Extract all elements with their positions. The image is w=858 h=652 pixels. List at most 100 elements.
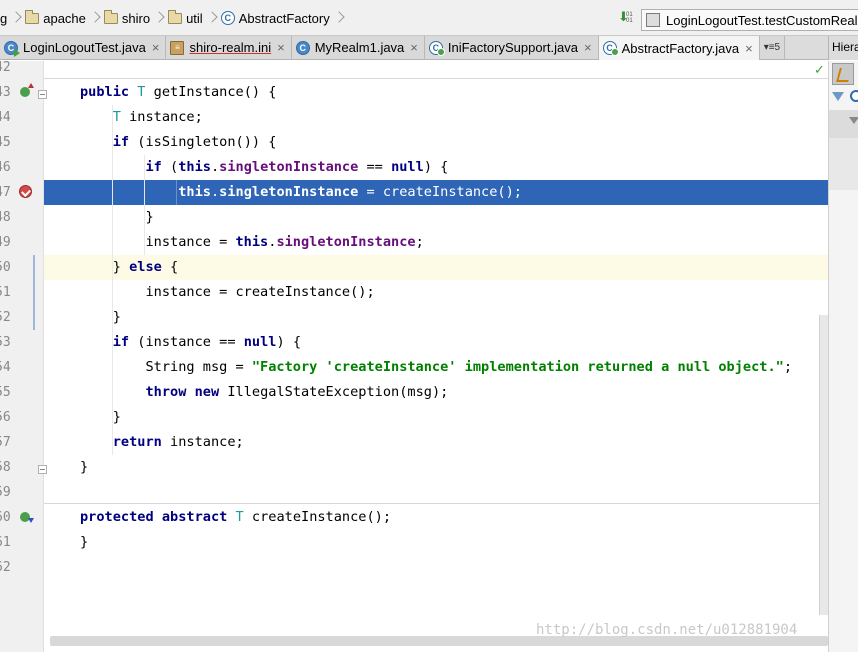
code-line[interactable]: 48 }	[0, 205, 858, 230]
breadcrumb-separator-icon	[155, 8, 163, 28]
line-number-text: 46	[0, 160, 11, 175]
code-text[interactable]: this.singletonInstance = createInstance(…	[80, 180, 522, 205]
line-number-text: 44	[0, 110, 11, 125]
tab-label: shiro-realm.ini	[189, 40, 272, 55]
code-text[interactable]: } else {	[80, 255, 179, 280]
code-line[interactable]: 46 if (this.singletonInstance == null) {	[0, 155, 858, 180]
code-line[interactable]: 47 this.singletonInstance = createInstan…	[0, 180, 858, 205]
line-number-text: 48	[0, 210, 11, 225]
code-text[interactable]: T instance;	[80, 105, 203, 130]
code-line[interactable]: 61}	[0, 530, 858, 555]
vcs-update-icon[interactable]: ⬇ 01 01	[618, 10, 634, 26]
code-line[interactable]: 49 instance = this.singletonInstance;	[0, 230, 858, 255]
code-text[interactable]: public T getInstance() {	[80, 80, 276, 105]
line-number-text: 56	[0, 410, 11, 425]
line-number: 62	[0, 555, 14, 580]
folder-icon	[168, 9, 183, 24]
breadcrumb-item-abstractfactory[interactable]: C AbstractFactory	[218, 8, 333, 28]
class-icon: C	[295, 40, 310, 55]
code-text[interactable]: instance = createInstance();	[80, 280, 374, 305]
line-number-text: 57	[0, 435, 11, 450]
line-number: 45	[0, 130, 14, 155]
code-line[interactable]: 58}	[0, 455, 858, 480]
line-number: 49	[0, 230, 14, 255]
line-number-text: 50	[0, 260, 11, 275]
breadcrumb-item-g[interactable]: g	[0, 8, 10, 28]
code-line[interactable]: 62	[0, 555, 858, 580]
code-line[interactable]: 52 }	[0, 305, 858, 330]
close-icon[interactable]: ×	[745, 41, 753, 56]
code-text[interactable]: if (isSingleton()) {	[80, 130, 277, 155]
code-text[interactable]: }	[80, 405, 121, 430]
code-text[interactable]: }	[80, 305, 121, 330]
code-line[interactable]: 44 T instance;	[0, 105, 858, 130]
code-line[interactable]: 54 String msg = "Factory 'createInstance…	[0, 355, 858, 380]
tab-label: MyRealm1.java	[314, 40, 405, 55]
hierarchy-toolbar	[829, 62, 858, 262]
vcs-bits: 01 01	[626, 12, 633, 24]
code-text[interactable]: protected abstract T createInstance();	[80, 505, 391, 530]
line-number: 58	[0, 455, 14, 480]
code-text[interactable]: }	[80, 530, 88, 555]
line-number-text: 53	[0, 335, 11, 350]
line-number-text: 55	[0, 385, 11, 400]
code-text[interactable]: if (this.singletonInstance == null) {	[80, 155, 448, 180]
class-icon: C	[220, 11, 235, 25]
hierarchy-row[interactable]	[829, 110, 858, 138]
line-number-text: 45	[0, 135, 11, 150]
code-line[interactable]: 60 protected abstract T createInstance();	[0, 505, 858, 530]
line-number: 46	[0, 155, 14, 180]
hierarchy-title: Hiera	[832, 40, 858, 54]
folder-icon	[103, 9, 118, 24]
code-text[interactable]: String msg = "Factory 'createInstance' i…	[80, 355, 792, 380]
line-number: 50	[0, 255, 14, 280]
breadcrumb-separator-icon	[335, 8, 343, 28]
close-icon[interactable]: ×	[584, 40, 592, 55]
chevron-down-icon[interactable]	[849, 117, 858, 124]
code-text[interactable]: }	[80, 205, 153, 230]
breadcrumb-item-util[interactable]: util	[165, 8, 206, 28]
expand-icon[interactable]	[832, 92, 844, 101]
code-text[interactable]: throw new IllegalStateException(msg);	[80, 380, 448, 405]
code-line[interactable]: 55 throw new IllegalStateException(msg);	[0, 380, 858, 405]
run-configuration-select[interactable]: LoginLogoutTest.testCustomRealm	[641, 9, 858, 31]
hierarchy-pin-button[interactable]	[832, 63, 854, 85]
close-icon[interactable]: ×	[152, 40, 160, 55]
analysis-ok-icon: ✓	[814, 62, 825, 77]
watermark: http://blog.csdn.net/u012881904	[536, 622, 798, 638]
line-number-text: 51	[0, 285, 11, 300]
code-line[interactable]: 57 return instance;	[0, 430, 858, 455]
code-line[interactable]: 45 if (isSingleton()) {	[0, 130, 858, 155]
code-line[interactable]: 51 instance = createInstance();	[0, 280, 858, 305]
code-text[interactable]: if (instance == null) {	[80, 330, 301, 355]
line-number: 56	[0, 405, 14, 430]
breadcrumb-label: g	[0, 10, 8, 26]
folder-icon	[25, 9, 40, 24]
close-icon[interactable]: ×	[277, 40, 285, 55]
breadcrumb-item-apache[interactable]: apache	[22, 8, 89, 28]
line-number: 54	[0, 355, 14, 380]
breadcrumb-item-shiro[interactable]: shiro	[101, 8, 153, 28]
menu-icon: ▾≡	[763, 42, 775, 53]
line-number: 44	[0, 105, 14, 130]
code-line[interactable]: 53 if (instance == null) {	[0, 330, 858, 355]
code-line[interactable]: 56 }	[0, 405, 858, 430]
code-line[interactable]: 42	[0, 55, 858, 80]
code-line[interactable]: 43 public T getInstance() {	[0, 80, 858, 105]
line-number-text: 49	[0, 235, 11, 250]
breadcrumb-label: AbstractFactory	[238, 10, 330, 26]
tabs-overflow-count: 5	[774, 42, 781, 53]
line-number: 51	[0, 280, 14, 305]
line-number-text: 62	[0, 560, 11, 575]
code-text[interactable]: instance = this.singletonInstance;	[80, 230, 423, 255]
code-line[interactable]: 59	[0, 480, 858, 505]
line-number: 61	[0, 530, 14, 555]
test-class-icon: C	[4, 40, 20, 57]
code-line[interactable]: 50 } else {	[0, 255, 858, 280]
breadcrumb-label: util	[186, 10, 203, 26]
code-text[interactable]: return instance;	[80, 430, 244, 455]
line-number: 42	[0, 55, 14, 80]
vertical-scrollbar[interactable]	[819, 315, 828, 615]
close-icon[interactable]: ×	[410, 40, 418, 55]
code-text[interactable]: }	[80, 455, 88, 480]
